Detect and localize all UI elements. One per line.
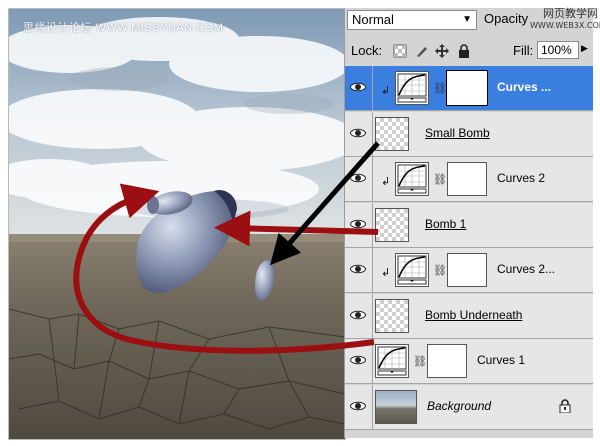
- visibility-toggle[interactable]: [345, 384, 373, 429]
- visibility-toggle[interactable]: [345, 66, 373, 110]
- layer-mask-thumbnail[interactable]: [447, 253, 487, 287]
- screenshot: 思缘设计论坛 WWW.MISSYUAN.COM Normal ▼ Opacity…: [0, 0, 600, 446]
- layer-row[interactable]: ⛓ Curves 1: [345, 339, 593, 384]
- layer-name[interactable]: Small Bomb: [425, 126, 490, 140]
- lock-label: Lock:: [351, 43, 383, 58]
- link-chain-icon[interactable]: ⛓: [433, 173, 447, 186]
- layer-thumbnail[interactable]: [375, 116, 409, 151]
- corner-watermark-line2: WWW.WEB3X.COM: [530, 21, 600, 30]
- lock-image-pixels-brush-icon[interactable]: [415, 44, 429, 58]
- eye-icon: [350, 173, 366, 183]
- fill-label: Fill:: [513, 43, 534, 58]
- layers-panel: Normal ▼ Opacity Lock: Fill: 100% ▶ ↲ ⛓ …: [344, 8, 593, 438]
- lock-position-move-icon[interactable]: [435, 44, 449, 58]
- layer-name[interactable]: Curves 1: [477, 353, 525, 367]
- layer-name[interactable]: Curves 2: [497, 171, 545, 185]
- curves-adjustment-icon[interactable]: [395, 253, 429, 287]
- fill-dropdown-arrow-icon[interactable]: ▶: [581, 43, 588, 54]
- background-thumbnail[interactable]: [375, 389, 417, 424]
- document-canvas[interactable]: 思缘设计论坛 WWW.MISSYUAN.COM: [8, 8, 346, 440]
- layer-row[interactable]: ↲ ⛓ Curves ...: [345, 66, 593, 111]
- opacity-label: Opacity: [484, 11, 529, 26]
- clipping-mask-arrow-icon: ↲: [381, 85, 391, 97]
- dropdown-arrow-icon: ▼: [462, 14, 472, 25]
- blend-mode-value: Normal: [352, 12, 394, 27]
- visibility-toggle[interactable]: [345, 339, 373, 383]
- layer-row[interactable]: Bomb Underneath: [345, 293, 593, 339]
- watermark-text: 思缘设计论坛 WWW.MISSYUAN.COM: [23, 22, 224, 34]
- layer-row[interactable]: Bomb 1: [345, 202, 593, 248]
- eye-icon: [350, 128, 366, 137]
- layer-mask-thumbnail[interactable]: [447, 162, 487, 196]
- layer-row[interactable]: ↲ ⛓ Curves 2...: [345, 248, 593, 293]
- eye-icon: [350, 355, 366, 365]
- curves-adjustment-icon[interactable]: [395, 71, 429, 105]
- canvas-image: [9, 9, 345, 439]
- curves-adjustment-icon[interactable]: [395, 162, 429, 196]
- layer-thumbnail[interactable]: [375, 298, 409, 333]
- layer-name[interactable]: Curves 2...: [497, 262, 555, 276]
- blend-mode-select[interactable]: Normal ▼: [347, 10, 477, 30]
- eye-icon: [350, 310, 366, 319]
- lock-transparent-pixels-icon[interactable]: [393, 44, 407, 58]
- layer-row[interactable]: Background: [345, 384, 593, 430]
- layer-name[interactable]: Background: [427, 399, 491, 413]
- layer-row[interactable]: ↲ ⛓ Curves 2: [345, 157, 593, 202]
- visibility-toggle[interactable]: [345, 111, 373, 156]
- layer-row[interactable]: Small Bomb: [345, 111, 593, 157]
- clipping-mask-arrow-icon: ↲: [381, 176, 391, 188]
- eye-icon: [350, 82, 366, 92]
- eye-icon: [350, 219, 366, 228]
- lock-all-padlock-icon[interactable]: [457, 44, 471, 58]
- link-chain-icon[interactable]: ⛓: [433, 82, 447, 95]
- visibility-toggle[interactable]: [345, 248, 373, 292]
- layer-name[interactable]: Bomb Underneath: [425, 308, 522, 322]
- link-chain-icon[interactable]: ⛓: [413, 355, 427, 368]
- layer-mask-thumbnail[interactable]: [446, 70, 488, 106]
- layer-mask-thumbnail[interactable]: [427, 344, 467, 378]
- background-lock-icon: [559, 398, 571, 413]
- curves-adjustment-icon[interactable]: [375, 344, 409, 378]
- clipping-mask-arrow-icon: ↲: [381, 267, 391, 279]
- link-chain-icon[interactable]: ⛓: [433, 264, 447, 277]
- fill-input[interactable]: 100%: [537, 41, 579, 59]
- layer-name[interactable]: Curves ...: [497, 80, 551, 94]
- visibility-toggle[interactable]: [345, 293, 373, 338]
- eye-icon: [350, 264, 366, 274]
- layer-thumbnail[interactable]: [375, 207, 409, 242]
- corner-watermark-line1: 网页教学网: [543, 7, 598, 20]
- eye-icon: [350, 401, 366, 410]
- visibility-toggle[interactable]: [345, 202, 373, 247]
- layer-name[interactable]: Bomb 1: [425, 217, 466, 231]
- visibility-toggle[interactable]: [345, 157, 373, 201]
- corner-watermark: 网页教学网 WWW.WEB3X.COM: [530, 7, 600, 34]
- lock-row: Lock: Fill: 100% ▶: [345, 40, 593, 62]
